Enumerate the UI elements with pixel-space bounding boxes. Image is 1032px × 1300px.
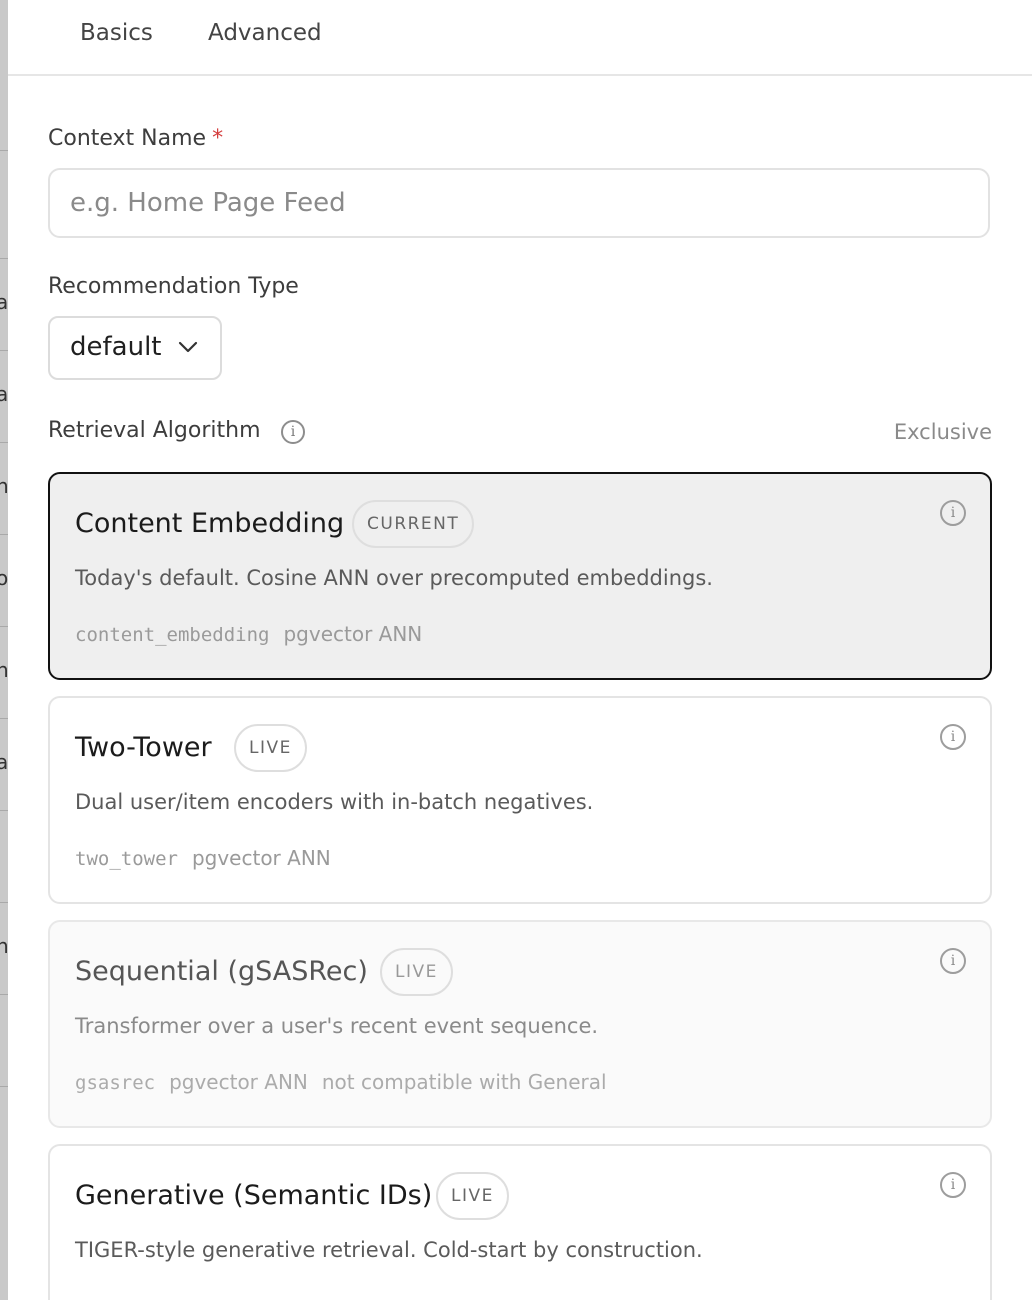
recommendation-type-select[interactable]: default — [48, 316, 222, 380]
divider — [0, 718, 8, 719]
index-tag: pgvector ANN — [191, 846, 331, 870]
tab-advanced[interactable]: Advanced — [208, 20, 322, 46]
tab-basics[interactable]: Basics — [80, 20, 153, 46]
algorithm-card-content-embedding[interactable]: Content Embedding CURRENT i Today's defa… — [48, 472, 992, 680]
backdrop-text: n — [0, 658, 8, 682]
backdrop-text: n — [0, 934, 8, 958]
chevron-down-icon — [178, 341, 198, 353]
compatibility-note: not compatible with General — [321, 1070, 607, 1094]
exclusive-label: Exclusive — [893, 420, 992, 444]
divider — [0, 150, 8, 151]
tab-bar: Basics Advanced — [8, 0, 1032, 76]
card-meta: content_embedding pgvector ANN — [75, 622, 436, 646]
card-description: Dual user/item encoders with in-batch ne… — [75, 790, 594, 814]
status-badge: LIVE — [380, 948, 453, 996]
divider — [0, 534, 8, 535]
backdrop-text: a — [0, 290, 8, 314]
context-name-label-text: Context Name — [48, 126, 207, 151]
algorithm-code: two_tower — [75, 848, 178, 870]
backdrop-text: o — [0, 566, 8, 590]
context-name-label: Context Name * — [48, 126, 223, 151]
card-meta: two_tower pgvector ANN — [75, 846, 345, 870]
info-icon[interactable]: i — [940, 500, 966, 526]
card-meta: gsasrec pgvector ANN not compatible with G… — [75, 1070, 621, 1094]
required-marker: * — [212, 126, 224, 151]
algorithm-card-sequential: Sequential (gSASRec) LIVE i Transformer … — [48, 920, 992, 1128]
backdrop-text: n — [0, 474, 8, 498]
divider — [0, 350, 8, 351]
card-title: Two-Tower — [75, 732, 212, 763]
background-page-edge: i a a n o n a n — [0, 0, 8, 1300]
algorithm-code: gsasrec — [75, 1072, 156, 1094]
algorithm-code: content_embedding — [75, 624, 270, 646]
info-icon[interactable]: i — [281, 420, 305, 444]
context-form-panel: Basics Advanced Context Name* Recommenda… — [8, 0, 1032, 1300]
info-icon[interactable]: i — [940, 1172, 966, 1198]
divider — [0, 626, 8, 627]
divider — [0, 442, 8, 443]
divider — [0, 902, 8, 903]
card-title: Sequential (gSASRec) — [75, 956, 368, 987]
algorithm-card-two-tower[interactable]: Two-Tower LIVE i Dual user/item encoders… — [48, 696, 992, 904]
context-name-input[interactable] — [48, 168, 990, 238]
retrieval-algorithm-label: Retrieval Algorithm — [48, 418, 261, 443]
recommendation-type-value: default — [70, 332, 162, 362]
algorithm-card-generative[interactable]: Generative (Semantic IDs) LIVE i TIGER-s… — [48, 1144, 992, 1300]
index-tag: pgvector ANN — [169, 1070, 308, 1094]
backdrop-text: a — [0, 750, 8, 774]
recommendation-type-label: Recommendation Type — [48, 274, 299, 299]
divider — [0, 1086, 8, 1087]
status-badge: CURRENT — [352, 500, 475, 548]
divider — [0, 810, 8, 811]
divider — [0, 258, 8, 259]
card-title: Content Embedding — [75, 508, 345, 539]
backdrop-text: a — [0, 382, 8, 406]
divider — [0, 994, 8, 995]
card-description: Transformer over a user's recent event s… — [75, 1014, 599, 1038]
status-badge: LIVE — [234, 724, 307, 772]
info-icon[interactable]: i — [940, 948, 966, 974]
card-description: TIGER-style generative retrieval. Cold-s… — [75, 1238, 703, 1262]
info-icon[interactable]: i — [940, 724, 966, 750]
card-title: Generative (Semantic IDs) — [75, 1180, 433, 1211]
status-badge: LIVE — [436, 1172, 509, 1220]
index-tag: pgvector ANN — [283, 622, 423, 646]
card-description: Today's default. Cosine ANN over precomp… — [75, 566, 713, 590]
backdrop-text: i — [0, 200, 2, 224]
